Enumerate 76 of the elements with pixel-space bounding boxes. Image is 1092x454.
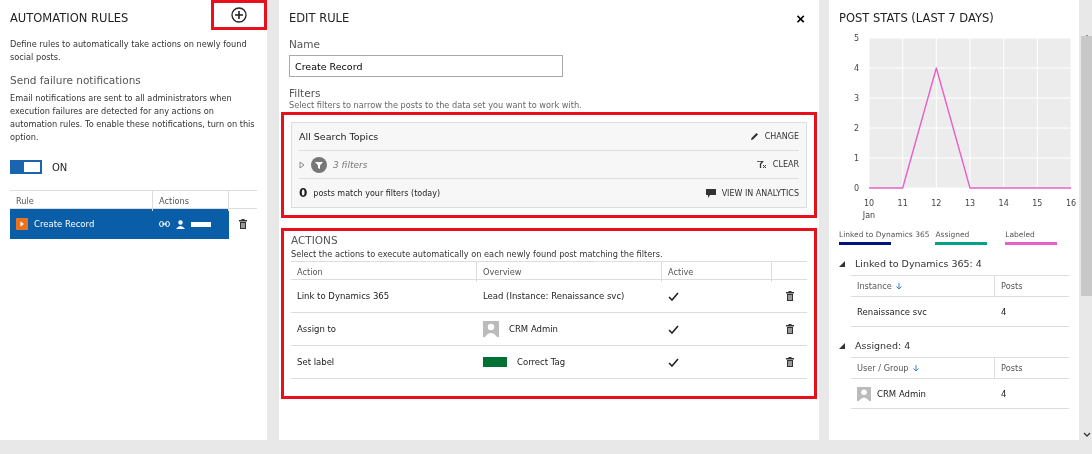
panel-title: AUTOMATION RULES xyxy=(10,11,129,25)
sort-arrow-icon[interactable] xyxy=(912,364,919,372)
close-button[interactable]: × xyxy=(792,9,809,27)
x-tick-label: 14 xyxy=(998,199,1009,208)
person-icon xyxy=(176,219,185,229)
scroll-down-icon[interactable] xyxy=(1083,432,1091,438)
x-tick-label: 13 xyxy=(964,199,976,208)
add-button[interactable] xyxy=(211,0,267,30)
y-tick-label: 4 xyxy=(853,64,859,73)
rule-row[interactable]: Create Record xyxy=(10,209,257,239)
section-heading: Send failure notifications xyxy=(10,74,142,86)
column-header: Instance xyxy=(851,276,995,296)
expand-icon[interactable] xyxy=(299,160,305,169)
action-cell-text: Assign to xyxy=(296,323,338,336)
rule-name: Create Record xyxy=(34,219,95,229)
x-tick-label: 10 xyxy=(863,199,875,208)
avatar-icon xyxy=(483,321,499,337)
y-tick-label: 5 xyxy=(853,34,859,43)
y-tick-label: 0 xyxy=(853,184,859,193)
overview-text: CRM Admin xyxy=(509,324,558,334)
column-header: Action xyxy=(291,262,477,282)
avatar-icon xyxy=(857,386,871,401)
month-label: Jan xyxy=(862,211,876,220)
play-icon xyxy=(16,218,28,230)
action-cell-text: Link to Dynamics 365 xyxy=(296,290,391,303)
y-tick-label: 3 xyxy=(853,94,859,103)
field-label: Filters xyxy=(289,87,322,99)
label-icon xyxy=(191,221,211,227)
clear-button[interactable]: CLEAR xyxy=(756,160,799,169)
description-text: Define rules to automatically take actions on newly found social posts. xyxy=(10,38,248,64)
column-header: Posts xyxy=(1000,280,1024,293)
trash-icon[interactable] xyxy=(785,357,794,367)
add-icon xyxy=(231,7,247,23)
x-tick-label: 16 xyxy=(1065,199,1077,208)
change-button[interactable]: CHANGE xyxy=(749,132,799,141)
funnel-icon xyxy=(311,156,327,173)
name-input[interactable]: Create Record xyxy=(289,55,563,77)
pencil-icon xyxy=(749,132,759,141)
match-count: 0 xyxy=(299,186,308,200)
trash-icon[interactable] xyxy=(785,291,794,301)
chat-icon xyxy=(705,188,716,198)
overview-text: Correct Tag xyxy=(517,357,566,367)
overview-text: Lead (Instance: Renaissance svc) xyxy=(483,291,625,301)
toggle-label: ON xyxy=(52,161,68,173)
posts-cell-text: 4 xyxy=(1000,305,1008,319)
clear-filter-icon xyxy=(756,160,767,169)
sort-arrow-icon[interactable] xyxy=(895,282,902,290)
column-header: Posts xyxy=(1000,362,1024,375)
section-toggle[interactable]: Assigned: 4 xyxy=(839,340,911,351)
action-cell-text: Set label xyxy=(296,356,336,369)
topics-text: All Search Topics xyxy=(299,131,379,142)
trash-icon[interactable] xyxy=(239,219,247,229)
y-tick-label: 2 xyxy=(853,124,859,133)
posts-cell-text: 4 xyxy=(1000,387,1008,401)
x-tick-label: 15 xyxy=(1032,199,1043,208)
column-header: Overview xyxy=(477,262,662,282)
section-toggle[interactable]: Linked to Dynamics 365: 4 xyxy=(839,258,982,269)
filter-count: 3 filters xyxy=(333,159,368,170)
filters-hint: Select filters to narrow the posts to the data set you want to work with. xyxy=(289,99,583,112)
x-tick-label: 12 xyxy=(931,199,942,208)
analytics-link[interactable]: VIEW IN ANALYTICS xyxy=(705,188,799,198)
panel-title: EDIT RULE xyxy=(289,11,350,25)
y-tick-label: 1 xyxy=(853,154,859,163)
match-text: posts match your filters (today) xyxy=(313,188,441,198)
row-name: Renaissance svc xyxy=(857,306,927,317)
panel-title: POST STATS (LAST 7 DAYS) xyxy=(839,11,994,25)
field-label: Name xyxy=(289,38,321,50)
column-header: User / Group xyxy=(851,358,995,378)
notification-text: Email notifications are sent to all administrators when execution failures are detected for any actions on automation rules. To enable these notifications, turn on this option. xyxy=(10,92,256,144)
row-name: CRM Admin xyxy=(877,388,926,399)
x-tick-label: 11 xyxy=(897,199,908,208)
link-icon xyxy=(159,221,170,227)
section-heading: ACTIONS xyxy=(291,234,339,246)
trash-icon[interactable] xyxy=(785,324,794,334)
actions-hint: Select the actions to execute automatically on each newly found post matching the filters. xyxy=(291,248,664,261)
notification-toggle[interactable] xyxy=(10,160,42,174)
